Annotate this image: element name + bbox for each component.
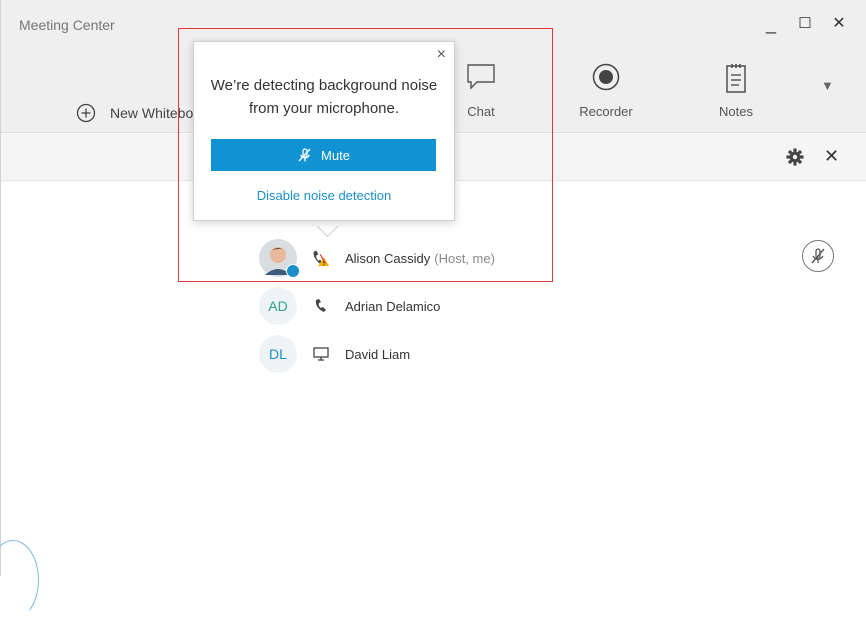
more-options-dropdown[interactable]: ▼ — [821, 78, 834, 93]
recorder-button[interactable]: Recorder — [571, 40, 641, 132]
avatar: DL — [259, 335, 297, 373]
computer-icon — [311, 344, 331, 364]
mute-toggle-button[interactable] — [802, 240, 834, 272]
maximize-button[interactable]: ☐ — [793, 14, 817, 34]
notepad-icon — [726, 64, 746, 93]
recorder-label: Recorder — [579, 104, 633, 119]
microphone-muted-icon — [811, 248, 825, 264]
participant-row[interactable]: AD Adrian Delamico — [259, 286, 440, 326]
window-title: Meeting Center — [19, 17, 115, 33]
decorative-arc — [0, 540, 39, 620]
gear-icon[interactable] — [786, 148, 804, 166]
avatar: AD — [259, 287, 297, 325]
minimize-button[interactable]: _ — [759, 14, 783, 34]
participant-row[interactable]: DL David Liam — [259, 334, 410, 374]
notes-button[interactable]: Notes — [708, 40, 764, 132]
panel-close-button[interactable]: ✕ — [824, 146, 839, 167]
participant-name: Adrian Delamico — [345, 298, 441, 314]
close-window-button[interactable]: ✕ — [827, 14, 851, 34]
phone-icon — [311, 296, 331, 316]
record-icon — [592, 63, 620, 91]
plus-circle-icon — [76, 103, 96, 123]
meeting-window: Meeting Center _ ☐ ✕ New Whiteboard Chat — [0, 0, 866, 620]
participant-name: David Liam — [345, 346, 411, 362]
notes-label: Notes — [719, 104, 753, 119]
highlight-box — [178, 28, 553, 282]
